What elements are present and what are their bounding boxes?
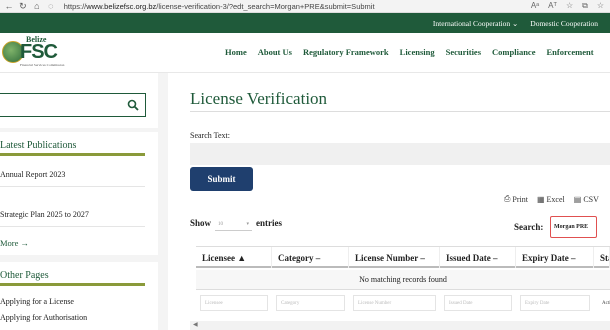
browser-address-bar: ← ↻ ⌂ ◌ https://www.belizefsc.org.bz/lic… <box>0 0 610 13</box>
favorite-star-icon[interactable]: ☆ <box>566 1 573 11</box>
column-header-license-number[interactable]: License Number – <box>349 247 440 268</box>
table-search-input[interactable]: Morgan PRE <box>550 216 597 238</box>
search-text-input[interactable] <box>190 143 610 165</box>
address-url[interactable]: https://www.belizefsc.org.bz/license-ver… <box>64 2 531 11</box>
lock-icon: ◌ <box>48 1 54 11</box>
license-table: Licensee ▲ Category – License Number – I… <box>196 246 610 318</box>
top-utility-bar: International Cooperation ⌄ Domestic Coo… <box>0 13 610 33</box>
nav-about-us[interactable]: About Us <box>258 47 292 57</box>
text-size-icon[interactable]: Aᵀ <box>548 1 557 11</box>
print-label: Print <box>512 194 528 204</box>
search-text-label: Search Text: <box>190 131 230 140</box>
filter-issued-date-input[interactable]: Issued Date <box>444 295 512 311</box>
latest-publications-title: Latest Publications <box>0 140 77 151</box>
print-button[interactable]: ⎙ Print <box>504 194 528 204</box>
column-header-category[interactable]: Category – <box>272 247 349 268</box>
sidebar-search-input[interactable] <box>0 93 146 117</box>
filter-expiry-date-input[interactable]: Expiry Date <box>520 295 590 311</box>
split-screen-icon[interactable]: ⧉ <box>582 1 588 11</box>
nav-securities[interactable]: Securities <box>446 47 481 57</box>
nav-home[interactable]: Home <box>225 47 247 57</box>
submit-button[interactable]: Submit <box>190 167 253 191</box>
entries-per-page-select[interactable]: 10 ▾ <box>215 218 252 231</box>
csv-label: CSV <box>583 194 599 204</box>
favorites-icon[interactable]: ☆ <box>597 1 604 11</box>
column-header-expiry-date[interactable]: Expiry Date – <box>516 247 594 268</box>
filter-license-number-input[interactable]: License Number <box>353 295 436 311</box>
other-page-link[interactable]: Applying for a License <box>0 297 74 306</box>
list-divider <box>0 186 145 187</box>
nav-licensing[interactable]: Licensing <box>400 47 435 57</box>
entries-per-page-value: 10 <box>218 221 223 227</box>
other-pages-title: Other Pages <box>0 270 49 281</box>
page-title: License Verification <box>190 89 328 108</box>
entries-label: entries <box>256 218 282 228</box>
print-icon: ⎙ <box>504 194 511 203</box>
filter-licensee-input[interactable]: Licensee <box>200 295 268 311</box>
excel-icon: ▦ <box>536 194 545 204</box>
title-divider <box>190 111 610 112</box>
show-label: Show <box>190 218 212 228</box>
column-header-status[interactable]: Sta <box>594 247 610 268</box>
column-header-licensee[interactable]: Licensee ▲ <box>196 247 272 268</box>
logo-fsc-text: FSC <box>20 41 58 63</box>
other-pages-panel: Other Pages Applying for a License Apply… <box>0 262 158 330</box>
table-search-label: Search: <box>514 222 544 232</box>
sidebar-search-panel <box>0 73 158 128</box>
topbar-link-international[interactable]: International Cooperation ⌄ <box>433 19 518 28</box>
search-icon[interactable] <box>127 99 139 111</box>
filter-category-input[interactable]: Category <box>276 295 345 311</box>
excel-button[interactable]: ▦ Excel <box>537 194 565 204</box>
back-arrow-icon[interactable]: ← <box>4 1 14 11</box>
scroll-left-icon[interactable]: ◀ <box>193 321 198 328</box>
other-page-link[interactable]: Applying for Authorisation <box>0 313 87 322</box>
nav-compliance[interactable]: Compliance <box>492 47 535 57</box>
logo-subtitle: Financial Services Commission <box>20 63 65 67</box>
csv-icon: ▤ <box>573 194 582 204</box>
filter-status-select[interactable]: Acti <box>598 295 610 311</box>
csv-button[interactable]: ▤ CSV <box>574 194 599 204</box>
publication-link[interactable]: Strategic Plan 2025 to 2027 <box>0 210 89 219</box>
more-publications-link[interactable]: More → <box>0 238 29 248</box>
excel-label: Excel <box>546 194 565 204</box>
nav-regulatory-framework[interactable]: Regulatory Framework <box>303 47 389 57</box>
browser-toolbar-icons: Aᵃ Aᵀ ☆ ⧉ ☆ <box>531 1 610 11</box>
publications-divider <box>0 153 145 156</box>
list-divider <box>0 226 145 227</box>
latest-publications-panel: Latest Publications Annual Report 2023 S… <box>0 132 158 255</box>
site-header: Belize FSC Financial Services Commission… <box>0 33 610 73</box>
publication-link[interactable]: Annual Report 2023 <box>0 170 65 179</box>
column-header-issued-date[interactable]: Issued Date – <box>440 247 516 268</box>
other-pages-divider <box>0 283 145 286</box>
empty-table-row: No matching records found <box>196 270 610 289</box>
main-nav: Home About Us Regulatory Framework Licen… <box>225 47 594 57</box>
chevron-down-icon: ▾ <box>246 222 249 227</box>
export-buttons: ⎙ Print ▦ Excel ▤ CSV <box>504 194 599 204</box>
read-aloud-icon[interactable]: Aᵃ <box>531 1 539 11</box>
refresh-icon[interactable]: ↻ <box>18 1 28 12</box>
table-header: Licensee ▲ Category – License Number – I… <box>196 247 610 268</box>
nav-enforcement[interactable]: Enforcement <box>546 47 593 57</box>
home-icon[interactable]: ⌂ <box>32 1 42 11</box>
site-logo[interactable]: Belize FSC Financial Services Commission <box>2 35 82 69</box>
horizontal-scrollbar[interactable]: ◀ <box>190 321 610 330</box>
topbar-link-domestic[interactable]: Domestic Cooperation <box>530 19 598 28</box>
column-filter-row: Licensee Category License Number Issued … <box>196 289 610 315</box>
